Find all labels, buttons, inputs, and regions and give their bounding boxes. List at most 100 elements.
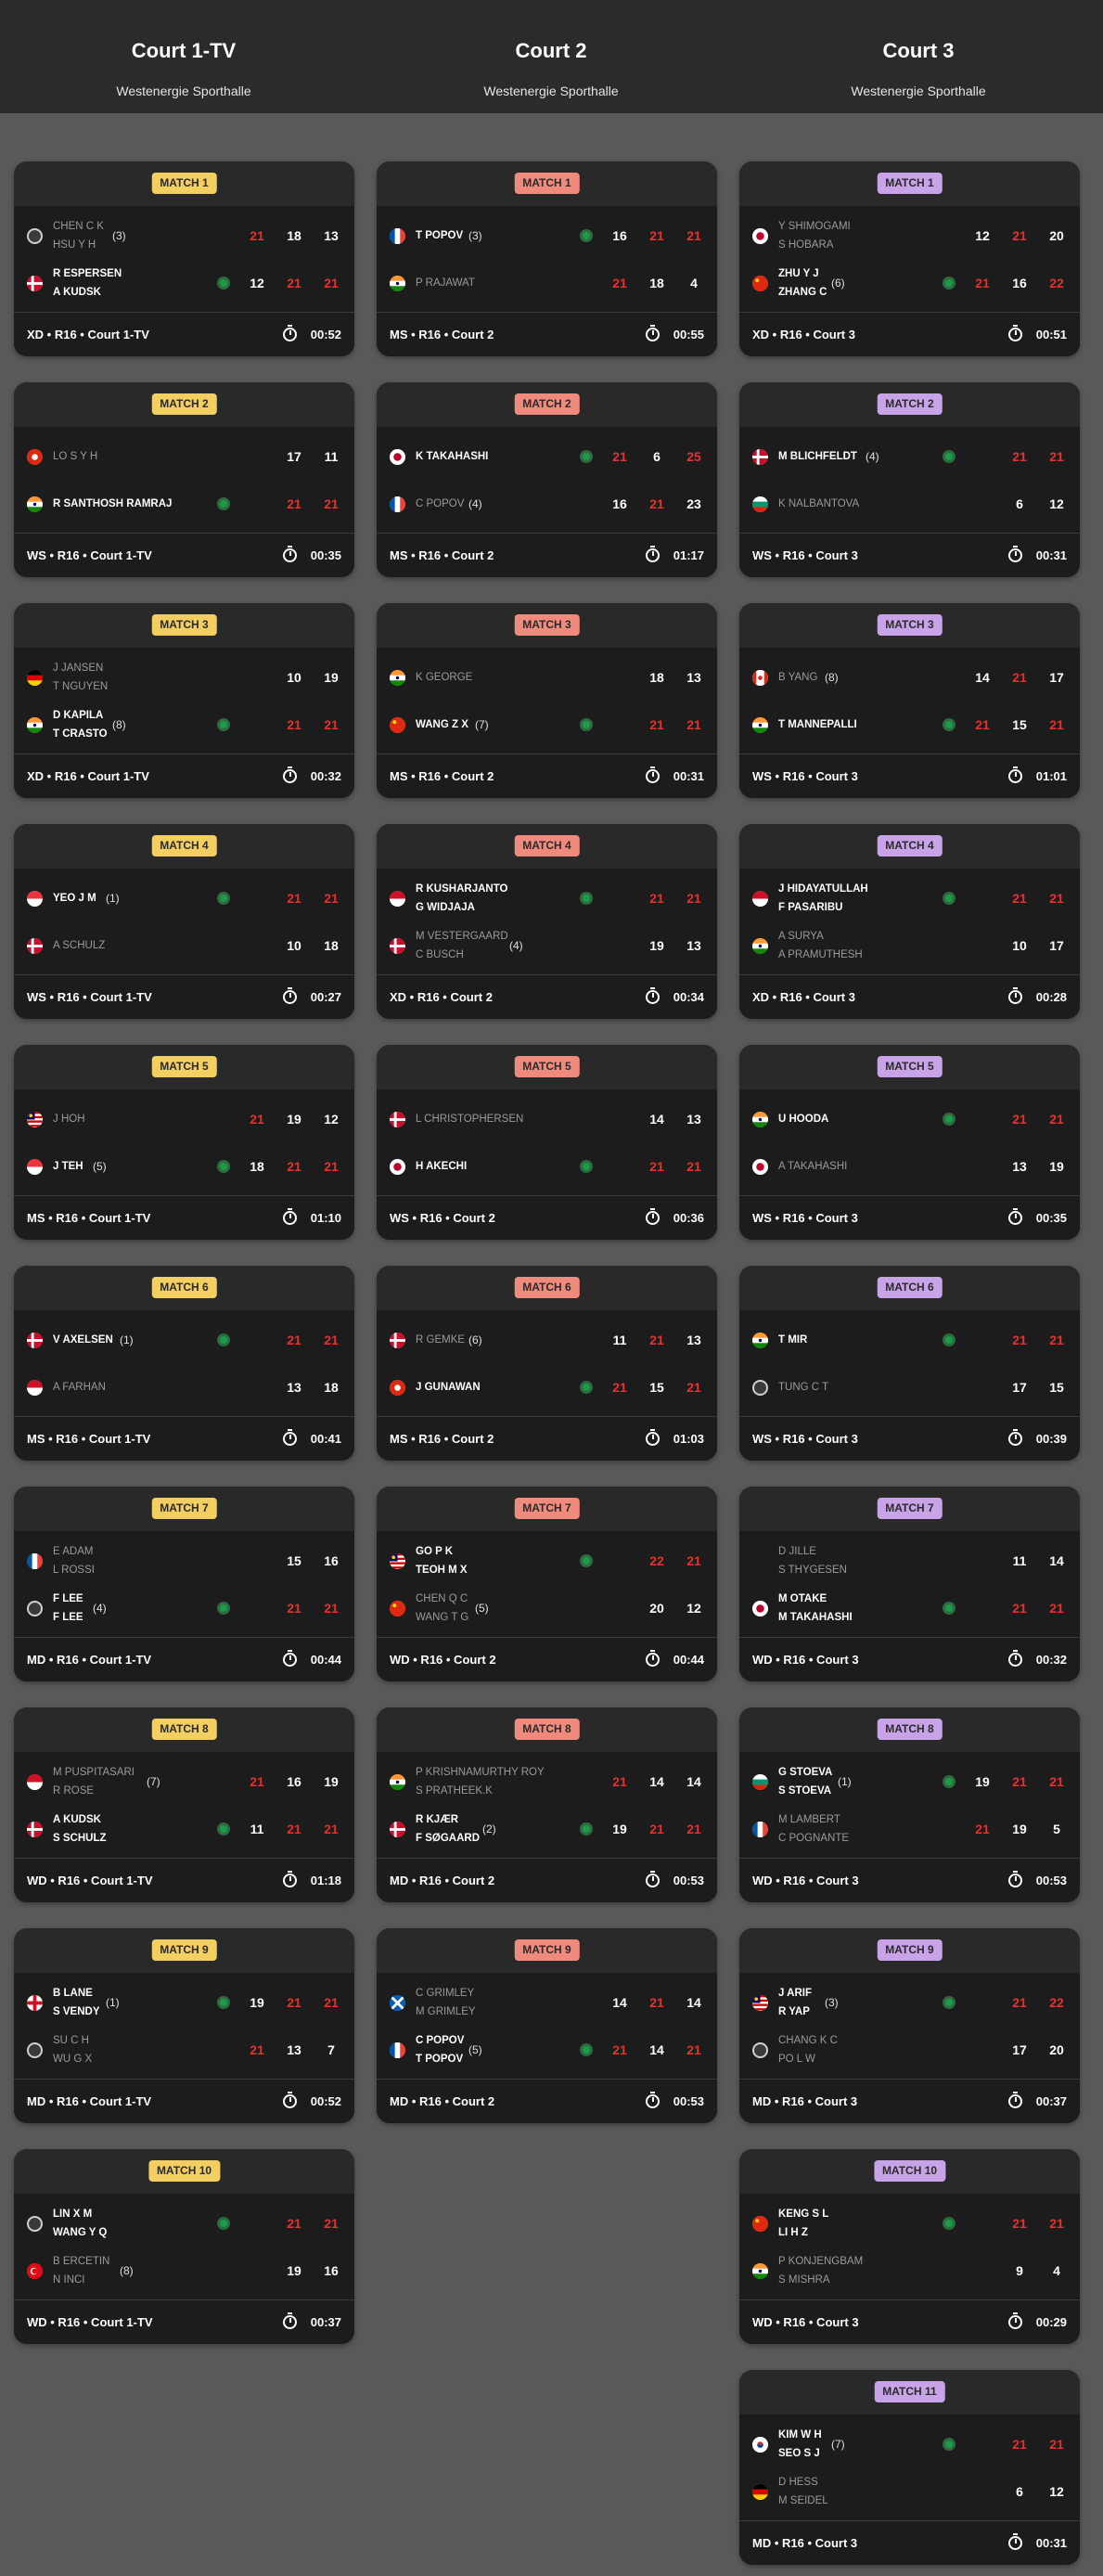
player-name[interactable]: T NGUYEN <box>53 677 108 696</box>
match-card[interactable]: MATCH 6 T MIR 21 21 TUNG C T 17 15 WS • R16 • C… <box>739 1266 1080 1461</box>
player-name[interactable]: A SURYA <box>778 927 863 946</box>
player-name[interactable]: T MANNEPALLI <box>778 715 857 734</box>
player-name[interactable]: R ESPERSEN <box>53 264 122 283</box>
player-name[interactable]: Y SHIMOGAMI <box>778 217 851 236</box>
player-name[interactable]: KIM W H <box>778 2426 822 2444</box>
player-name[interactable]: C GRIMLEY <box>416 1984 476 2003</box>
player-name[interactable]: C POGNANTE <box>778 1829 849 1848</box>
player-name[interactable]: N INCI <box>53 2271 109 2289</box>
player-name[interactable]: LI H Z <box>778 2223 828 2242</box>
player-name[interactable]: A KUDSK <box>53 283 122 302</box>
player-name[interactable]: J HIDAYATULLAH <box>778 880 868 898</box>
player-name[interactable]: D JILLE <box>778 1542 847 1561</box>
player-name[interactable]: CHEN C K <box>53 217 104 236</box>
player-name[interactable]: S PRATHEEK.K <box>416 1782 545 1800</box>
player-name[interactable]: A TAKAHASHI <box>778 1157 847 1176</box>
match-card[interactable]: MATCH 8 M PUSPITASARI R ROSE (7) 21 16 19 A KUD… <box>14 1707 354 1902</box>
match-card[interactable]: MATCH 5 U HOODA 21 21 A TAKAHASHI 13 19 WS • R1… <box>739 1045 1080 1240</box>
player-name[interactable]: R ROSE <box>53 1782 135 1800</box>
match-card[interactable]: MATCH 4 R KUSHARJANTO G WIDJAJA 21 21 M VESTE… <box>377 824 717 1019</box>
player-name[interactable]: H AKECHI <box>416 1157 467 1176</box>
match-card[interactable]: MATCH 1 CHEN C K HSU Y H (3) 21 18 13 R ESPERSE… <box>14 161 354 356</box>
player-name[interactable]: SU C H <box>53 2031 92 2050</box>
player-name[interactable]: R KUSHARJANTO <box>416 880 507 898</box>
player-name[interactable]: CHEN Q C <box>416 1590 468 1608</box>
player-name[interactable]: B ERCETIN <box>53 2252 109 2271</box>
player-name[interactable]: J TEH <box>53 1157 83 1176</box>
match-card[interactable]: MATCH 7 GO P K TEOH M X 22 21 CHEN Q C WANG T … <box>377 1487 717 1681</box>
player-name[interactable]: G STOEVA <box>778 1763 832 1782</box>
player-name[interactable]: WU G X <box>53 2050 92 2068</box>
player-name[interactable]: LO S Y H <box>53 447 97 466</box>
player-name[interactable]: R SANTHOSH RAMRAJ <box>53 495 172 513</box>
match-card[interactable]: MATCH 2 M BLICHFELDT (4) 21 21 K NALBANTOVA 6 1… <box>739 382 1080 577</box>
match-card[interactable]: MATCH 10 LIN X M WANG Y Q 21 21 B ERCETIN N IN… <box>14 2149 354 2344</box>
player-name[interactable]: K NALBANTOVA <box>778 495 859 513</box>
player-name[interactable]: A KUDSK <box>53 1810 107 1829</box>
player-name[interactable]: M BLICHFELDT <box>778 447 857 466</box>
player-name[interactable]: F SØGAARD <box>416 1829 480 1848</box>
player-name[interactable]: A FARHAN <box>53 1378 106 1397</box>
player-name[interactable]: YEO J M <box>53 889 96 908</box>
player-name[interactable]: U HOODA <box>778 1110 828 1128</box>
player-name[interactable]: L ROSSI <box>53 1561 95 1579</box>
match-card[interactable]: MATCH 1 Y SHIMOGAMI S HOBARA 12 21 20 ZHU Y JZ… <box>739 161 1080 356</box>
player-name[interactable]: WANG T G <box>416 1608 468 1627</box>
player-name[interactable]: LIN X M <box>53 2205 107 2223</box>
player-name[interactable]: G WIDJAJA <box>416 898 507 917</box>
player-name[interactable]: D KAPILA <box>53 706 108 725</box>
match-card[interactable]: MATCH 7 E ADAM L ROSSI 15 16 F LEE F LEE (4) 21 2… <box>14 1487 354 1681</box>
player-name[interactable]: J HOH <box>53 1110 85 1128</box>
player-name[interactable]: CHANG K C <box>778 2031 838 2050</box>
player-name[interactable]: B LANE <box>53 1984 100 2003</box>
match-card[interactable]: MATCH 3 B YANG (8) 14 21 17 T MANNEPALLI 21 15 21… <box>739 603 1080 798</box>
match-card[interactable]: MATCH 6 V AXELSEN (1) 21 21 A FARHAN 13 18 MS • … <box>14 1266 354 1461</box>
match-card[interactable]: MATCH 3 K GEORGE 18 13 WANG Z X (7) 21 21 MS • R… <box>377 603 717 798</box>
player-name[interactable]: S HOBARA <box>778 236 851 254</box>
player-name[interactable]: F LEE <box>53 1590 83 1608</box>
player-name[interactable]: A PRAMUTHESH <box>778 946 863 964</box>
player-name[interactable]: M PUSPITASARI <box>53 1763 135 1782</box>
player-name[interactable]: K TAKAHASHI <box>416 447 488 466</box>
player-name[interactable]: J ARIF <box>778 1984 812 2003</box>
player-name[interactable]: C POPOV <box>416 495 464 513</box>
player-name[interactable]: SEO S J <box>778 2444 822 2463</box>
player-name[interactable]: ZHU Y J <box>778 264 827 283</box>
match-card[interactable]: MATCH 10 KENG S L LI H Z 21 21 P KONJENGBAM S … <box>739 2149 1080 2344</box>
match-card[interactable]: MATCH 2 LO S Y H 17 11 R SANTHOSH RAMRAJ 21 21… <box>14 382 354 577</box>
player-name[interactable]: T CRASTO <box>53 725 108 743</box>
player-name[interactable]: WANG Y Q <box>53 2223 107 2242</box>
player-name[interactable]: R GEMKE <box>416 1331 465 1349</box>
player-name[interactable]: HSU Y H <box>53 236 104 254</box>
player-name[interactable]: S MISHRA <box>778 2271 863 2289</box>
match-card[interactable]: MATCH 11 KIM W H SEO S J (7) 21 21 D HESS M SEI… <box>739 2370 1080 2565</box>
player-name[interactable]: S SCHULZ <box>53 1829 107 1848</box>
player-name[interactable]: P RAJAWAT <box>416 274 475 292</box>
match-card[interactable]: MATCH 9 J ARIF R YAP (3) 21 22 CHANG K C PO L W… <box>739 1928 1080 2123</box>
match-card[interactable]: MATCH 6 R GEMKE (6) 11 21 13 J GUNAWAN 21 15 21 MS… <box>377 1266 717 1461</box>
player-name[interactable]: M LAMBERT <box>778 1810 849 1829</box>
player-name[interactable]: B YANG <box>778 668 817 687</box>
player-name[interactable]: S STOEVA <box>778 1782 832 1800</box>
player-name[interactable]: M VESTERGAARD <box>416 927 508 946</box>
player-name[interactable]: C POPOV <box>416 2031 464 2050</box>
player-name[interactable]: T POPOV <box>416 226 463 245</box>
match-card[interactable]: MATCH 9B LANE S VENDY (1) 19 21 21 SU C H WU G … <box>14 1928 354 2123</box>
player-name[interactable]: R KJÆR <box>416 1810 480 1829</box>
player-name[interactable]: J JANSEN <box>53 659 108 677</box>
player-name[interactable]: T MIR <box>778 1331 807 1349</box>
player-name[interactable]: TEOH M X <box>416 1561 468 1579</box>
player-name[interactable]: V AXELSEN <box>53 1331 113 1349</box>
player-name[interactable]: PO L W <box>778 2050 838 2068</box>
player-name[interactable]: F LEE <box>53 1608 83 1627</box>
player-name[interactable]: S VENDY <box>53 2003 100 2021</box>
player-name[interactable]: S THYGESEN <box>778 1561 847 1579</box>
player-name[interactable]: P KRISHNAMURTHY ROY <box>416 1763 545 1782</box>
player-name[interactable]: J GUNAWAN <box>416 1378 481 1397</box>
match-card[interactable]: MATCH 1 T POPOV (3) 16 21 21 P RAJAWAT 21 18 4 MS … <box>377 161 717 356</box>
player-name[interactable]: M OTAKE <box>778 1590 853 1608</box>
player-name[interactable]: A SCHULZ <box>53 936 105 955</box>
player-name[interactable]: M GRIMLEY <box>416 2003 476 2021</box>
player-name[interactable]: KENG S L <box>778 2205 828 2223</box>
player-name[interactable]: WANG Z X <box>416 715 468 734</box>
